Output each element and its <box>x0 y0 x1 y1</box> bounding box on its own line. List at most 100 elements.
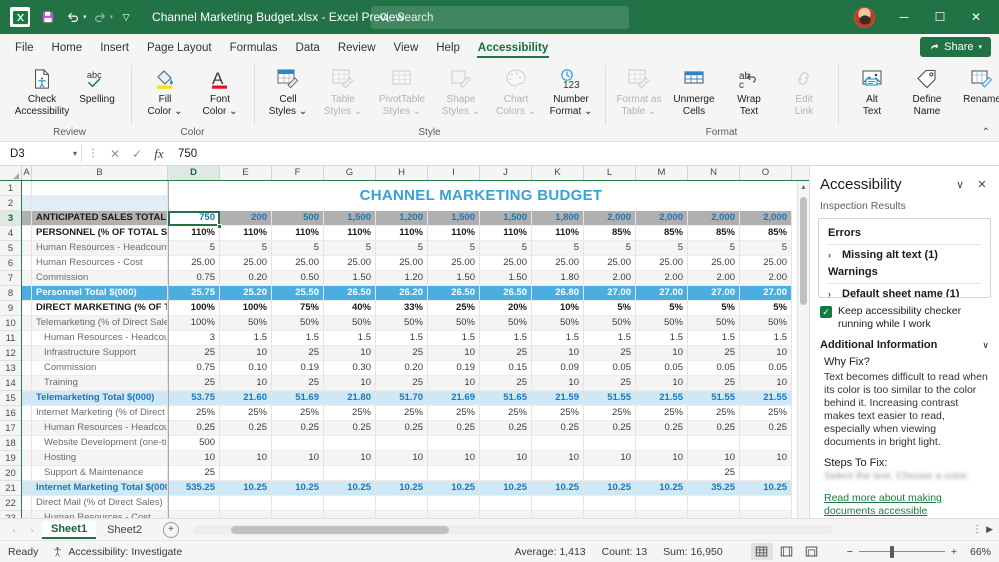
sheet-tab-sheet2[interactable]: Sheet2 <box>98 522 151 538</box>
cell-E6[interactable]: 25.00 <box>220 256 272 271</box>
cell-N12[interactable]: 25 <box>688 346 740 361</box>
cell-I10[interactable]: 50% <box>428 316 480 331</box>
cell-O5[interactable]: 5 <box>740 241 792 256</box>
tab-formulas[interactable]: Formulas <box>221 39 287 59</box>
page-layout-view-button[interactable] <box>776 543 798 560</box>
row-header-6[interactable]: 6 <box>0 256 21 271</box>
cell-O21[interactable]: 10.25 <box>740 481 792 496</box>
tab-insert[interactable]: Insert <box>91 39 138 59</box>
cell-G10[interactable]: 50% <box>324 316 376 331</box>
cell-A20[interactable] <box>22 466 32 481</box>
cell-I4[interactable]: 110% <box>428 226 480 241</box>
cell-I14[interactable]: 10 <box>428 376 480 391</box>
cell-A9[interactable] <box>22 301 32 316</box>
cell-G12[interactable]: 10 <box>324 346 376 361</box>
vertical-scrollbar[interactable]: ▲ <box>797 181 809 518</box>
cell-B13[interactable]: Commission <box>32 361 168 376</box>
cell-O3[interactable]: 2,000 <box>740 211 792 226</box>
cell-G23[interactable] <box>324 511 376 518</box>
cell-A2[interactable] <box>22 196 32 211</box>
tab-page-layout[interactable]: Page Layout <box>138 39 221 59</box>
cell-I11[interactable]: 1.5 <box>428 331 480 346</box>
tab-home[interactable]: Home <box>43 39 92 59</box>
cell-E7[interactable]: 0.20 <box>220 271 272 286</box>
cell-F9[interactable]: 75% <box>272 301 324 316</box>
cell-G16[interactable]: 25% <box>324 406 376 421</box>
cell-H22[interactable] <box>376 496 428 511</box>
row-header-20[interactable]: 20 <box>0 466 21 481</box>
cell-M21[interactable]: 10.25 <box>636 481 688 496</box>
cell-N16[interactable]: 25% <box>688 406 740 421</box>
cell-N8[interactable]: 27.00 <box>688 286 740 301</box>
cell-D10[interactable]: 100% <box>168 316 220 331</box>
cell-B10[interactable]: Telemarketing (% of Direct Sales) <box>32 316 168 331</box>
font-color-button[interactable]: A Font Color ⌄ <box>193 63 247 120</box>
cell-O13[interactable]: 0.05 <box>740 361 792 376</box>
cell-D20[interactable]: 25 <box>168 466 220 481</box>
cell-K18[interactable] <box>532 436 584 451</box>
cell-F12[interactable]: 25 <box>272 346 324 361</box>
cell-N4[interactable]: 85% <box>688 226 740 241</box>
cell-N23[interactable] <box>688 511 740 518</box>
cell-N19[interactable]: 10 <box>688 451 740 466</box>
cell-O17[interactable]: 0.25 <box>740 421 792 436</box>
cell-B14[interactable]: Training <box>32 376 168 391</box>
issue-default-sheet-name[interactable]: › Default sheet name (1) <box>819 286 990 298</box>
cell-H5[interactable]: 5 <box>376 241 428 256</box>
sheet-title[interactable]: CHANNEL MARKETING BUDGET <box>168 181 794 211</box>
column-header-i[interactable]: I <box>428 166 480 180</box>
confirm-edit-icon[interactable]: ✓ <box>126 147 148 161</box>
cell-A17[interactable] <box>22 421 32 436</box>
cell-A22[interactable] <box>22 496 32 511</box>
scroll-right-icon[interactable]: ▶ <box>986 524 993 535</box>
cell-H14[interactable]: 25 <box>376 376 428 391</box>
cell-I22[interactable] <box>428 496 480 511</box>
cell-M8[interactable]: 27.00 <box>636 286 688 301</box>
cell-J11[interactable]: 1.5 <box>480 331 532 346</box>
cell-O8[interactable]: 27.00 <box>740 286 792 301</box>
sheet-options-icon[interactable]: ⋮ <box>972 524 982 535</box>
row-header-1[interactable]: 1 <box>0 181 21 196</box>
cell-A12[interactable] <box>22 346 32 361</box>
normal-view-button[interactable] <box>751 543 773 560</box>
cell-G18[interactable] <box>324 436 376 451</box>
cell-M3[interactable]: 2,000 <box>636 211 688 226</box>
cell-G19[interactable]: 10 <box>324 451 376 466</box>
cell-F17[interactable]: 0.25 <box>272 421 324 436</box>
cell-M9[interactable]: 5% <box>636 301 688 316</box>
cell-K12[interactable]: 10 <box>532 346 584 361</box>
row-header-5[interactable]: 5 <box>0 241 21 256</box>
cell-N11[interactable]: 1.5 <box>688 331 740 346</box>
cell-A14[interactable] <box>22 376 32 391</box>
cell-H16[interactable]: 25% <box>376 406 428 421</box>
cell-K9[interactable]: 10% <box>532 301 584 316</box>
avatar[interactable] <box>854 7 875 28</box>
cell-I8[interactable]: 26.50 <box>428 286 480 301</box>
cell-L8[interactable]: 27.00 <box>584 286 636 301</box>
cell-K5[interactable]: 5 <box>532 241 584 256</box>
cell-K20[interactable] <box>532 466 584 481</box>
cell-A13[interactable] <box>22 361 32 376</box>
cell-M19[interactable]: 10 <box>636 451 688 466</box>
cell-H13[interactable]: 0.20 <box>376 361 428 376</box>
cell-K16[interactable]: 25% <box>532 406 584 421</box>
cell-K13[interactable]: 0.09 <box>532 361 584 376</box>
cell-B11[interactable]: Human Resources - Headcount <box>32 331 168 346</box>
cell-D7[interactable]: 0.75 <box>168 271 220 286</box>
cell-M23[interactable] <box>636 511 688 518</box>
cell-O20[interactable] <box>740 466 792 481</box>
cell-F14[interactable]: 25 <box>272 376 324 391</box>
cell-F15[interactable]: 51.69 <box>272 391 324 406</box>
cell-L13[interactable]: 0.05 <box>584 361 636 376</box>
cell-O6[interactable]: 25.00 <box>740 256 792 271</box>
cell-D16[interactable]: 25% <box>168 406 220 421</box>
cell-O12[interactable]: 10 <box>740 346 792 361</box>
cell-L6[interactable]: 25.00 <box>584 256 636 271</box>
cell-N7[interactable]: 2.00 <box>688 271 740 286</box>
cell-H11[interactable]: 1.5 <box>376 331 428 346</box>
next-sheet-icon[interactable]: › <box>24 525 40 535</box>
cell-I16[interactable]: 25% <box>428 406 480 421</box>
cell-K17[interactable]: 0.25 <box>532 421 584 436</box>
cell-I20[interactable] <box>428 466 480 481</box>
cell-G11[interactable]: 1.5 <box>324 331 376 346</box>
